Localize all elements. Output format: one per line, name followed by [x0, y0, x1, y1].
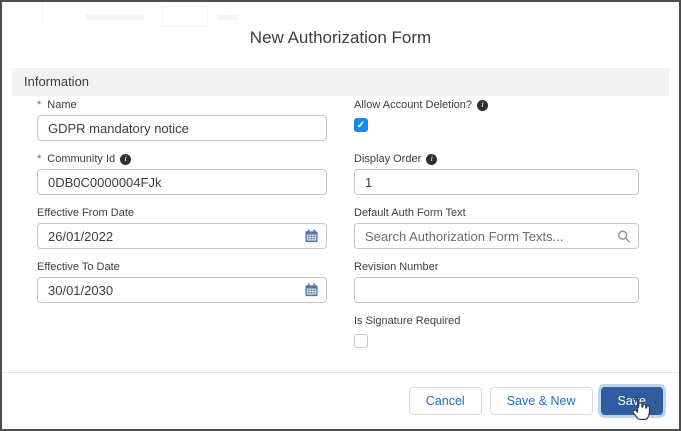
name-input[interactable] [37, 115, 327, 141]
cancel-button[interactable]: Cancel [408, 387, 482, 415]
community-id-input[interactable] [37, 169, 327, 195]
info-icon[interactable]: i [120, 153, 132, 165]
required-asterisk: * [37, 153, 42, 165]
section-header-information: Information [12, 68, 669, 96]
info-icon[interactable]: i [477, 99, 489, 111]
search-icon [616, 229, 631, 244]
effective-to-date-label: Effective To Date [37, 261, 120, 273]
revision-number-group: Revision Number [354, 259, 639, 303]
calendar-icon[interactable] [304, 283, 319, 298]
auth-form-text-search-input[interactable] [354, 223, 639, 249]
effective-from-date-label: Effective From Date [37, 207, 134, 219]
effective-from-date-input[interactable] [37, 223, 327, 249]
is-signature-required-checkbox[interactable]: ✓ [354, 334, 368, 348]
revision-number-input[interactable] [354, 277, 639, 303]
modal-footer: Cancel Save & New Save [2, 372, 679, 429]
community-id-field-group: * Community Id i [37, 151, 327, 195]
display-order-label: Display Order i [354, 151, 639, 167]
allow-account-deletion-label: Allow Account Deletion? i [354, 97, 639, 113]
save-button[interactable]: Save [600, 387, 663, 415]
is-signature-required-label: Is Signature Required [354, 315, 461, 327]
name-label: * Name [37, 99, 77, 111]
allow-account-deletion-checkbox[interactable]: ✓ [354, 118, 368, 132]
name-field-group: * Name [37, 97, 327, 141]
info-icon[interactable]: i [426, 153, 438, 165]
new-authorization-form-modal: New Authorization Form Information * Nam… [0, 0, 681, 431]
is-signature-required-group: Is Signature Required ✓ [354, 313, 639, 348]
background-ghost-divider [42, 4, 43, 26]
required-asterisk: * [37, 99, 42, 111]
display-order-field-group: Display Order i [354, 151, 639, 195]
effective-to-date-group: Effective To Date [37, 259, 327, 303]
background-ghost-text [86, 14, 144, 20]
background-ghost-text [217, 15, 237, 20]
effective-to-date-input[interactable] [37, 277, 327, 303]
background-ghost-button [162, 6, 208, 27]
effective-from-date-group: Effective From Date [37, 205, 327, 249]
modal-title: New Authorization Form [249, 28, 432, 47]
default-auth-form-text-label: Default Auth Form Text [354, 207, 466, 219]
save-and-new-button[interactable]: Save & New [489, 387, 593, 415]
community-id-label: * Community Id i [37, 151, 327, 167]
display-order-input[interactable] [354, 169, 639, 195]
revision-number-label: Revision Number [354, 261, 439, 273]
default-auth-form-text-group: Default Auth Form Text [354, 205, 639, 249]
allow-account-deletion-group: Allow Account Deletion? i ✓ [354, 97, 639, 132]
calendar-icon[interactable] [304, 229, 319, 244]
